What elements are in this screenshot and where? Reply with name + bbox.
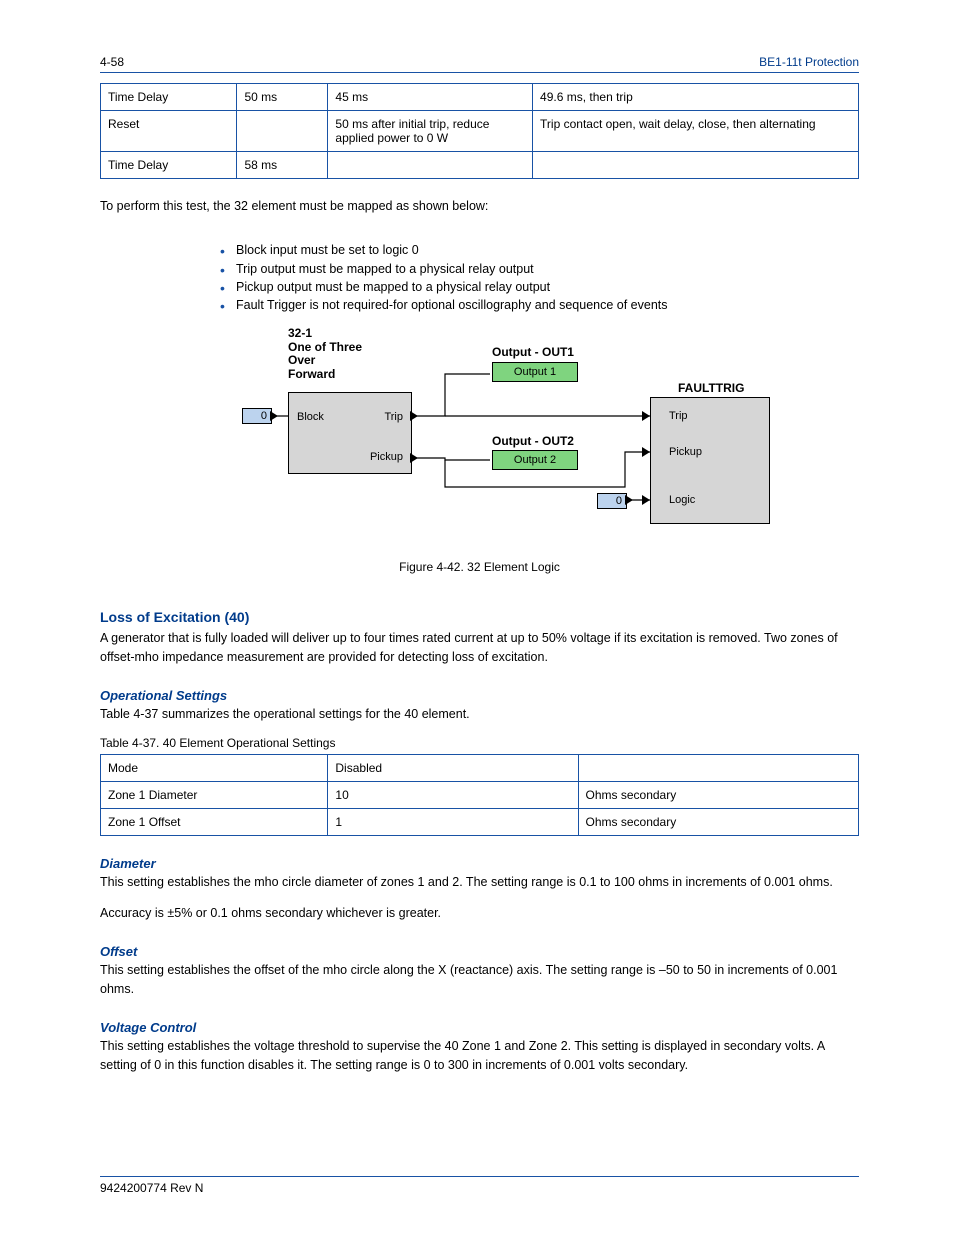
- bullet-block: Block input must be set to logic 0 Trip …: [220, 241, 859, 314]
- table-40: ModeDisabled Zone 1 Diameter10Ohms secon…: [100, 754, 859, 836]
- table-row: Zone 1 Diameter10Ohms secondary: [101, 782, 859, 809]
- page-number: 4-58: [100, 55, 124, 69]
- list-item: Block input must be set to logic 0: [220, 241, 859, 259]
- table-row: Time Delay50 ms45 ms49.6 ms, then trip: [101, 84, 859, 111]
- running-header: 4-58 BE1-11t Protection: [100, 55, 859, 69]
- out1-label: Output - OUT1: [492, 346, 574, 360]
- faulttrig-label: FAULTTRIG: [678, 382, 744, 396]
- section-40-intro: A generator that is fully loaded will de…: [100, 629, 859, 668]
- opsettings-title: Operational Settings: [100, 688, 859, 703]
- zero-input-1: 0: [242, 408, 272, 424]
- diameter-para1: This setting establishes the mho circle …: [100, 873, 859, 892]
- diameter-title: Diameter: [100, 856, 859, 871]
- table-row: Zone 1 Offset1Ohms secondary: [101, 809, 859, 836]
- output-1: Output 1: [492, 362, 578, 382]
- output-2: Output 2: [492, 450, 578, 470]
- header-title: BE1-11t Protection: [759, 55, 859, 69]
- table-40-caption: Table 4-37. 40 Element Operational Setti…: [100, 736, 859, 750]
- footer: 9424200774 Rev N: [100, 1174, 859, 1195]
- block-32-header: 32-1 One of Three Over Forward: [288, 327, 362, 382]
- block-32: Block Trip Pickup: [288, 392, 412, 474]
- page: 4-58 BE1-11t Protection Time Delay50 ms4…: [0, 0, 954, 1235]
- list-item: Pickup output must be mapped to a physic…: [220, 278, 859, 296]
- table-row: Time Delay58 ms: [101, 152, 859, 179]
- diameter-para2: Accuracy is ±5% or 0.1 ohms secondary wh…: [100, 904, 859, 923]
- logic-diagram: 32-1 One of Three Over Forward 0 Block T…: [230, 322, 790, 557]
- voltage-title: Voltage Control: [100, 1020, 859, 1035]
- zero-input-2: 0: [597, 493, 627, 509]
- opsettings-para: Table 4-37 summarizes the operational se…: [100, 705, 859, 724]
- section-40-title: Loss of Excitation (40): [100, 609, 859, 625]
- table-32-test: Time Delay50 ms45 ms49.6 ms, then trip R…: [100, 83, 859, 179]
- offset-title: Offset: [100, 944, 859, 959]
- figure-caption: Figure 4-42. 32 Element Logic: [100, 560, 859, 574]
- voltage-para: This setting establishes the voltage thr…: [100, 1037, 859, 1076]
- offset-para: This setting establishes the offset of t…: [100, 961, 859, 1000]
- header-rule: [100, 72, 859, 73]
- table-row: ModeDisabled: [101, 755, 859, 782]
- footer-rev: 9424200774 Rev N: [100, 1181, 203, 1195]
- block-faulttrig: Trip Pickup Logic: [650, 397, 770, 524]
- list-item: Fault Trigger is not required-for option…: [220, 296, 859, 314]
- list-item: Trip output must be mapped to a physical…: [220, 260, 859, 278]
- table-row: Reset50 ms after initial trip, reduce ap…: [101, 111, 859, 152]
- out2-label: Output - OUT2: [492, 435, 574, 449]
- bullet-intro: To perform this test, the 32 element mus…: [100, 197, 859, 216]
